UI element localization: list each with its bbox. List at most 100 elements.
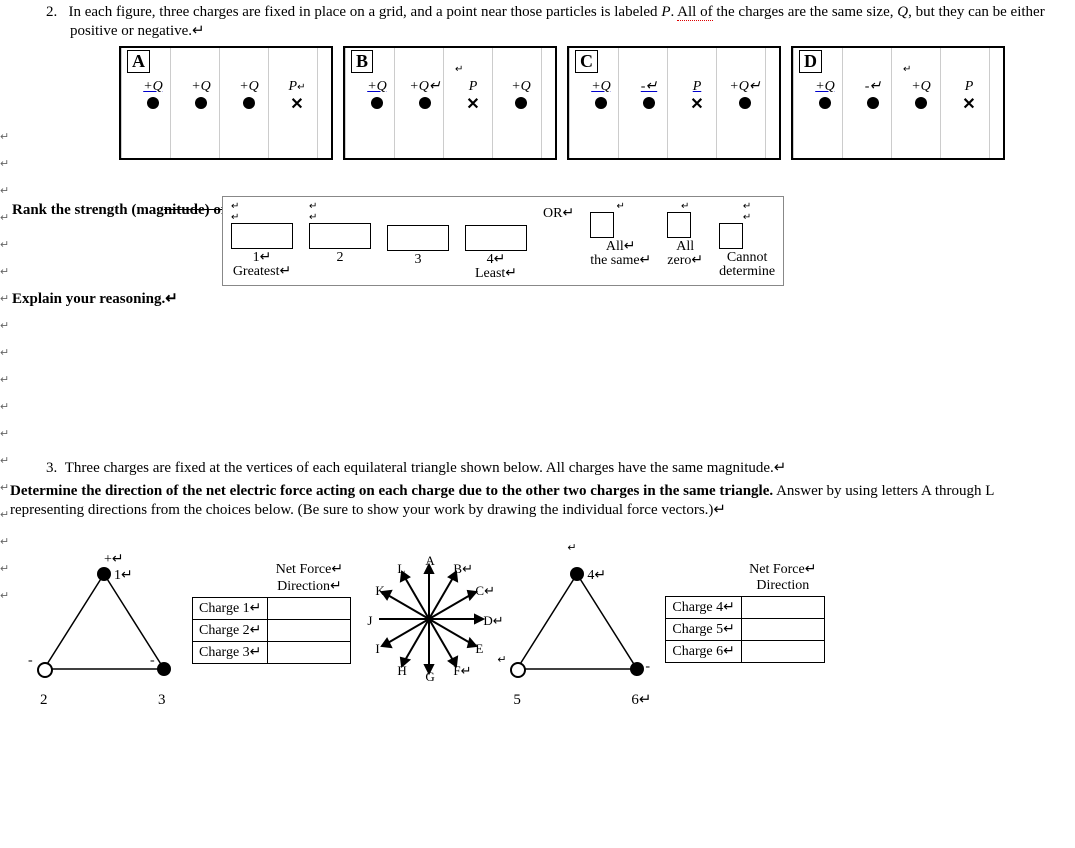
nf2-r2-input[interactable] [741,619,824,641]
rank-all-zero: ↵ All zero↵ [667,201,703,268]
q2-text-c: the charges are the same size, [713,4,898,20]
node-5-ret: ↵ [497,653,506,666]
compass-D: D↵ [483,613,503,629]
rank-slot-1: ↵↵ 1↵ Greatest↵ [231,201,293,279]
node-1 [97,567,111,581]
figure-label: C [575,50,598,73]
slot-label: +Q [191,79,211,94]
slot-label: P [289,79,298,94]
node-2 [37,662,53,678]
nf2-r1-input[interactable] [741,597,824,619]
point-p-mark: ✕ [449,99,497,111]
rank-slot-3: 3 [387,201,449,267]
charge-dot [643,97,655,109]
nf2-r1: Charge 4↵ [666,597,741,619]
slot-label: +Q↵ [409,79,440,94]
rank-input-4[interactable] [465,225,527,251]
q2-Q: Q [897,4,908,20]
direction-compass: A B↵ C↵ D↵ E F↵ G H I J K L [369,559,489,679]
tri2-label-5: 5 [513,692,521,709]
compass-G: G [425,669,434,685]
rank-input-1[interactable] [231,223,293,249]
slot-label: -↵ [865,79,881,94]
point-p-mark: ✕ [945,99,993,111]
charge-dot [867,97,879,109]
charge-dot [595,97,607,109]
slot-label: +Q [815,79,835,94]
rank-cannot: ↵↵ Cannot determine [719,201,775,279]
triangle-1: +↵ 1↵ - - 2 3 [34,559,174,689]
q3-block: 3. Three charges are fixed at the vertic… [4,458,1071,689]
node-1-sign: +↵ [104,551,124,568]
q2-allof: All of [677,4,712,21]
slot-label: +Q [591,79,611,94]
slot-label: +Q [511,79,531,94]
node-6-sign: - [645,659,650,675]
slot-label: -↵ [641,79,657,94]
nf1-r1: Charge 1↵ [193,598,268,620]
q3-text: Three charges are fixed at the vertices … [65,460,787,476]
nf1-header: Net Force↵Direction↵ [268,559,351,598]
point-p-mark: ✕ [673,99,721,111]
slot-label: P [469,79,478,94]
ret-mark: ↵ [455,64,463,75]
table-netforce-1: Net Force↵Direction↵ Charge 1↵ Charge 2↵… [192,559,351,664]
rank-slot-2: ↵↵ 2 [309,201,371,265]
slot-label: +Q [911,79,931,94]
rank-input-3[interactable] [387,225,449,251]
nf1-r2-input[interactable] [268,620,351,642]
nf2-r3-input[interactable] [741,641,824,663]
figure-D: D ↵ +Q -↵ +Q P✕ [791,46,1005,160]
figure-label: A [127,50,150,73]
nf2-header: Net Force↵Direction [741,559,824,597]
rank-all-same: ↵ All↵ the same↵ [590,201,651,268]
q3-number: 3. [46,460,57,476]
nf2-r2: Charge 5↵ [666,619,741,641]
rank-4-label: 4↵ [465,253,527,267]
table-netforce-2: Net Force↵Direction Charge 4↵ Charge 5↵ … [665,559,824,663]
compass-B: B↵ [453,561,473,577]
rank-or: OR↵ [543,201,574,222]
nf1-r1-input[interactable] [268,598,351,620]
nf1-r3-input[interactable] [268,642,351,664]
charge-dot [195,97,207,109]
rank-1-label: 1↵ [231,251,293,265]
slot-label: +Q [143,79,163,94]
triangle-row: +↵ 1↵ - - 2 3 Net Force↵Direction↵ Charg… [34,559,1071,689]
rank-greatest: Greatest↵ [231,265,293,279]
ret-mark: ↵ [567,541,576,554]
charge-dot [915,97,927,109]
figure-A: A +Q +Q +Q P↵✕ [119,46,333,160]
slot-label: +Q [239,79,259,94]
ranking-block: Rank the strength (magnitude) of the net… [12,200,1071,308]
compass-E: E [475,641,483,657]
figure-B: B ↵ +Q +Q↵ P✕ +Q [343,46,557,160]
rank-cannot-box[interactable] [719,223,743,249]
compass-C: C↵ [475,583,495,599]
compass-K: K [375,583,384,599]
slot-label: +Q [367,79,387,94]
q3-task: Determine the direction of the net elect… [10,483,1071,519]
rank-allzero-box[interactable] [667,212,691,238]
slot-label: P [693,79,702,94]
ranking-boxes: ↵↵ 1↵ Greatest↵ ↵↵ 2 3 4↵ Least↵ OR↵ ↵ A… [222,196,784,286]
node-2-sign: - [28,653,33,669]
compass-H: H [397,663,406,679]
rank-allsame-box[interactable] [590,212,614,238]
rank-3-label: 3 [387,253,449,267]
charge-dot [739,97,751,109]
node-3-sign: - [150,653,155,669]
tri1-label-2: 2 [40,692,48,709]
rank-input-2[interactable] [309,223,371,249]
node-1-num: 1↵ [114,567,133,584]
slot-label: P [965,79,974,94]
charge-dot [419,97,431,109]
tri2-label-6: 6↵ [631,690,651,709]
q2-intro: 2. In each figure, three charges are fix… [46,4,1061,40]
q2-number: 2. [46,4,57,20]
explain-prompt: Explain your reasoning.↵ [12,289,1071,308]
compass-svg [369,559,489,679]
compass-A: A [425,553,434,569]
point-p-mark: ✕ [273,99,321,111]
triangle-2: ↵ 4↵ ↵ - 5 6↵ [507,559,647,689]
